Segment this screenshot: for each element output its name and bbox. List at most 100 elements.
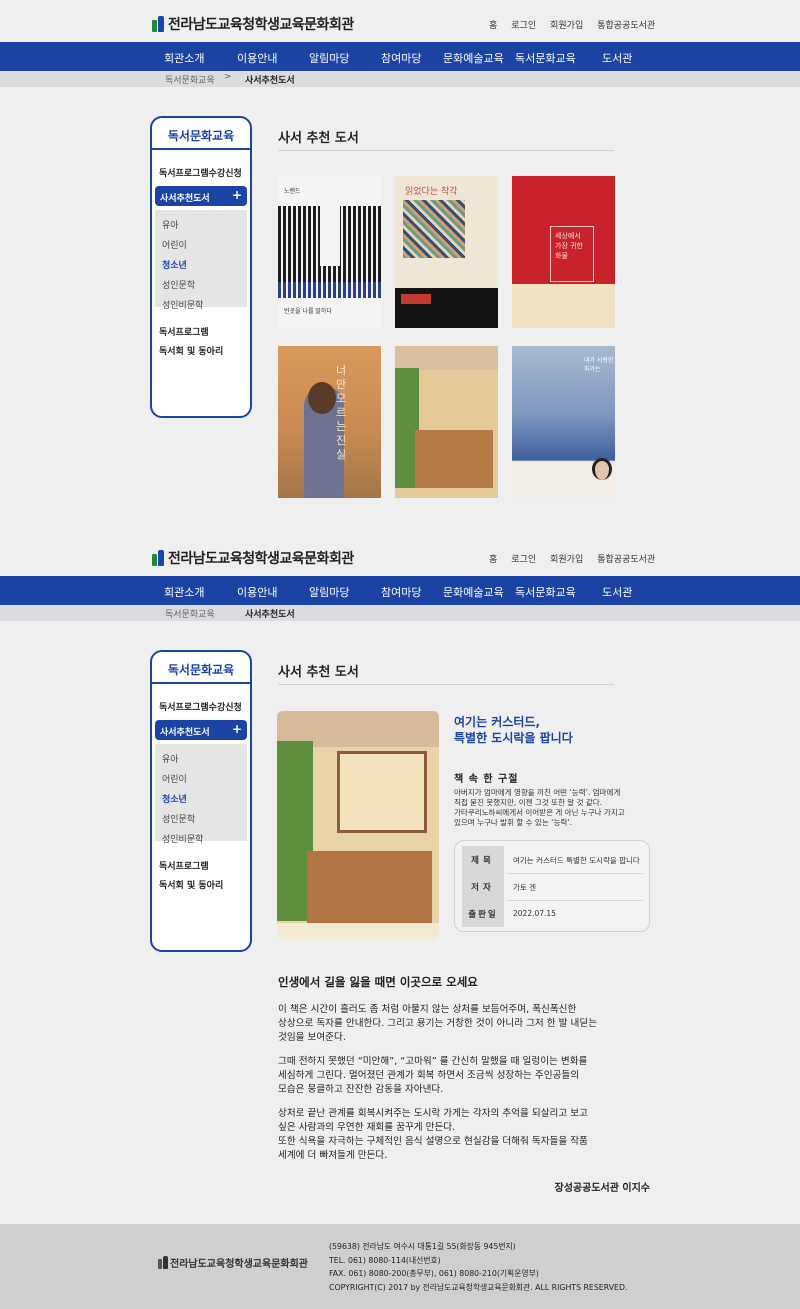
- sidebar-item-program[interactable]: 독서프로그램: [159, 859, 209, 872]
- sidebar-submenu: 유아 어린이 청소년 성인문학 성인비문학: [155, 744, 247, 845]
- quote-text: 아버지가 엄마에게 영향을 끼친 어떤 ‘능력’. 엄마에게 직접 묻진 못했지…: [454, 788, 654, 828]
- util-join[interactable]: 회원가입: [550, 18, 583, 31]
- cover-1-snippet: 빈곳을 나를 말하다: [284, 308, 332, 315]
- cover-1-gap: [320, 206, 340, 266]
- info-divider: [507, 873, 643, 874]
- footer-logo-text: 전라남도교육청학생교육문화회관: [170, 1259, 308, 1270]
- sidebar-title: 독서문화교육: [167, 129, 235, 143]
- page-title: 사서 추천 도서: [278, 131, 359, 146]
- info-value-author: 가토 겐: [513, 883, 537, 892]
- nav-guide[interactable]: 이용안내: [237, 584, 277, 600]
- sidebar-2: 독서문화교육 독서프로그램수강신청 사서추천도서 + 유아 어린이 청소년 성인…: [150, 650, 252, 952]
- breadcrumb-separator: >: [224, 72, 232, 82]
- detail-cover-footer: [277, 923, 439, 939]
- submenu-item-infant[interactable]: 유아: [162, 752, 179, 765]
- nav-library[interactable]: 도서관: [602, 50, 632, 66]
- review-paragraph-2: 그때 전하지 못했던 “미안해”, “고마워” 를 간신히 말했을 때 일렁이는…: [278, 1055, 650, 1097]
- review-paragraph-3: 상처로 끝난 관계를 회복시켜주는 도시락 가게는 각자의 추억을 되살리고 보…: [278, 1107, 650, 1163]
- book-cover-5[interactable]: [395, 346, 498, 498]
- submenu-item-adult-literature[interactable]: 성인문학: [162, 278, 195, 291]
- nav-guide[interactable]: 이용안내: [237, 50, 277, 66]
- util-home[interactable]: 홈: [489, 552, 497, 565]
- cover-4-title: 너만 모르는 진실: [336, 364, 347, 461]
- quote-line: 있으며 누구나 발휘 할 수 있는 ‘능력’.: [454, 818, 573, 827]
- submenu-item-youth[interactable]: 청소년: [162, 792, 187, 805]
- review-line: 싶은 사람과의 우연한 재회를 꿈꾸게 만든다.: [278, 1122, 456, 1133]
- util-library[interactable]: 통합공공도서관: [597, 18, 655, 31]
- submenu-item-adult-nonfiction[interactable]: 성인비문학: [162, 298, 203, 311]
- submenu-item-infant[interactable]: 유아: [162, 218, 179, 231]
- footer-info: (59638) 전라남도 여수시 대통1길 55(화장동 945번지) TEL.…: [329, 1240, 627, 1294]
- info-key-date: 출판일: [462, 900, 504, 927]
- sidebar-item-program-apply[interactable]: 독서프로그램수강신청: [159, 166, 242, 179]
- nav-about[interactable]: 회관소개: [164, 584, 204, 600]
- util-login[interactable]: 로그인: [511, 18, 536, 31]
- nav-arts[interactable]: 문화예술교육: [443, 50, 504, 66]
- breadcrumb-parent[interactable]: 독서문화교육: [165, 73, 215, 86]
- footer-logo-icon: [158, 1256, 168, 1269]
- site-logo-2[interactable]: 전라남도교육청학생교육문화회관: [152, 548, 354, 568]
- sidebar-item-recommended-label: 사서추천도서: [160, 728, 210, 738]
- cover-5-shop: [415, 430, 493, 488]
- breadcrumb-current: 사서추천도서: [245, 610, 295, 620]
- book-cover-2[interactable]: 읽었다는 착각: [395, 176, 498, 328]
- breadcrumb: 독서문화교육 > 사서추천도서: [0, 71, 800, 87]
- sidebar-item-recommended[interactable]: 사서추천도서 +: [155, 186, 247, 206]
- book-cover-4[interactable]: 너만 모르는 진실: [278, 346, 381, 498]
- nav-participate[interactable]: 참여마당: [381, 50, 421, 66]
- util-library[interactable]: 통합공공도서관: [597, 552, 655, 565]
- book-cover-6[interactable]: 내가 사랑한 파가는: [512, 346, 615, 498]
- site-title-2: 전라남도교육청학생교육문화회관: [168, 551, 354, 567]
- breadcrumb-parent[interactable]: 독서문화교육: [165, 607, 215, 620]
- sidebar-item-recommended[interactable]: 사서추천도서 +: [155, 720, 247, 740]
- cover-6-title: 내가 사랑한 파가는: [584, 357, 614, 373]
- nav-reading[interactable]: 독서문화교육: [515, 584, 576, 600]
- submenu-item-adult-nonfiction[interactable]: 성인비문학: [162, 832, 203, 845]
- review-line: 또한 식욕을 자극하는 구체적인 음식 설명으로 현실감을 더해줘 독자들을 작…: [278, 1136, 588, 1147]
- site-logo[interactable]: 전라남도교육청학생교육문화회관: [152, 14, 354, 34]
- sidebar-item-recommended-label: 사서추천도서: [160, 194, 210, 204]
- cover-5-roof: [395, 346, 498, 370]
- cover-3-band: [512, 284, 615, 328]
- detail-book-cover: [277, 711, 439, 939]
- cover-6-author-photo: [592, 458, 612, 480]
- nav-participate[interactable]: 참여마당: [381, 584, 421, 600]
- sidebar-item-club[interactable]: 독서회 및 동아리: [159, 878, 223, 891]
- footer-fax: FAX. 061) 8080-200(총무부), 061) 8080-210(기…: [329, 1269, 539, 1278]
- review-line: 상처로 끝난 관계를 회복시켜주는 도시락 가게는 각자의 추억을 되살리고 보…: [278, 1108, 588, 1119]
- title-divider: [278, 150, 614, 151]
- book-cover-1[interactable]: 노랜드 빈곳을 나를 말하다: [278, 176, 381, 328]
- page-title-2: 사서 추천 도서: [278, 665, 359, 680]
- submenu-item-children[interactable]: 어린이: [162, 238, 187, 251]
- sidebar-divider: [152, 682, 250, 684]
- footer-tel: TEL. 061) 8080-114(내선번호): [329, 1255, 441, 1265]
- plus-icon[interactable]: +: [232, 722, 242, 736]
- review-line: 세계에 더 빠져들게 만든다.: [278, 1150, 388, 1161]
- util-join[interactable]: 회원가입: [550, 552, 583, 565]
- quote-line: 직접 묻진 못했지만, 이젠 그것 또한 알 것 같다.: [454, 798, 603, 807]
- sidebar-item-program[interactable]: 독서프로그램: [159, 325, 209, 338]
- nav-reading[interactable]: 독서문화교육: [515, 50, 576, 66]
- review-line: 모습은 뭉클하고 잔잔한 감동을 자아낸다.: [278, 1084, 444, 1095]
- util-home[interactable]: 홈: [489, 18, 497, 31]
- nav-library[interactable]: 도서관: [602, 584, 632, 600]
- submenu-item-adult-literature[interactable]: 성인문학: [162, 812, 195, 825]
- header-top-2: 전라남도교육청학생교육문화회관 홈 로그인 회원가입 통합공공도서관: [0, 534, 800, 576]
- nav-about[interactable]: 회관소개: [164, 50, 204, 66]
- nav-arts[interactable]: 문화예술교육: [443, 584, 504, 600]
- submenu-item-youth[interactable]: 청소년: [162, 258, 187, 271]
- site-title: 전라남도교육청학생교육문화회관: [168, 17, 354, 33]
- plus-icon[interactable]: +: [232, 188, 242, 202]
- cover-2-title: 읽었다는 착각: [405, 187, 458, 197]
- submenu-item-children[interactable]: 어린이: [162, 772, 187, 785]
- info-value-title: 여기는 커스터드 특별한 도시락을 팝니다: [513, 856, 640, 865]
- nav-notice[interactable]: 알림마당: [309, 584, 349, 600]
- util-login[interactable]: 로그인: [511, 552, 536, 565]
- nav-notice[interactable]: 알림마당: [309, 50, 349, 66]
- sidebar-item-club[interactable]: 독서회 및 동아리: [159, 344, 223, 357]
- breadcrumb-2: 독서문화교육 사서추천도서: [0, 605, 800, 621]
- book-cover-3[interactable]: 세상에서 가장 귀한 화물: [512, 176, 615, 328]
- sidebar-item-program-apply[interactable]: 독서프로그램수강신청: [159, 700, 242, 713]
- cover-3-title: 세상에서 가장 귀한 화물: [550, 226, 594, 282]
- header-top: 전라남도교육청학생교육문화회관 홈 로그인 회원가입 통합공공도서관: [0, 0, 800, 42]
